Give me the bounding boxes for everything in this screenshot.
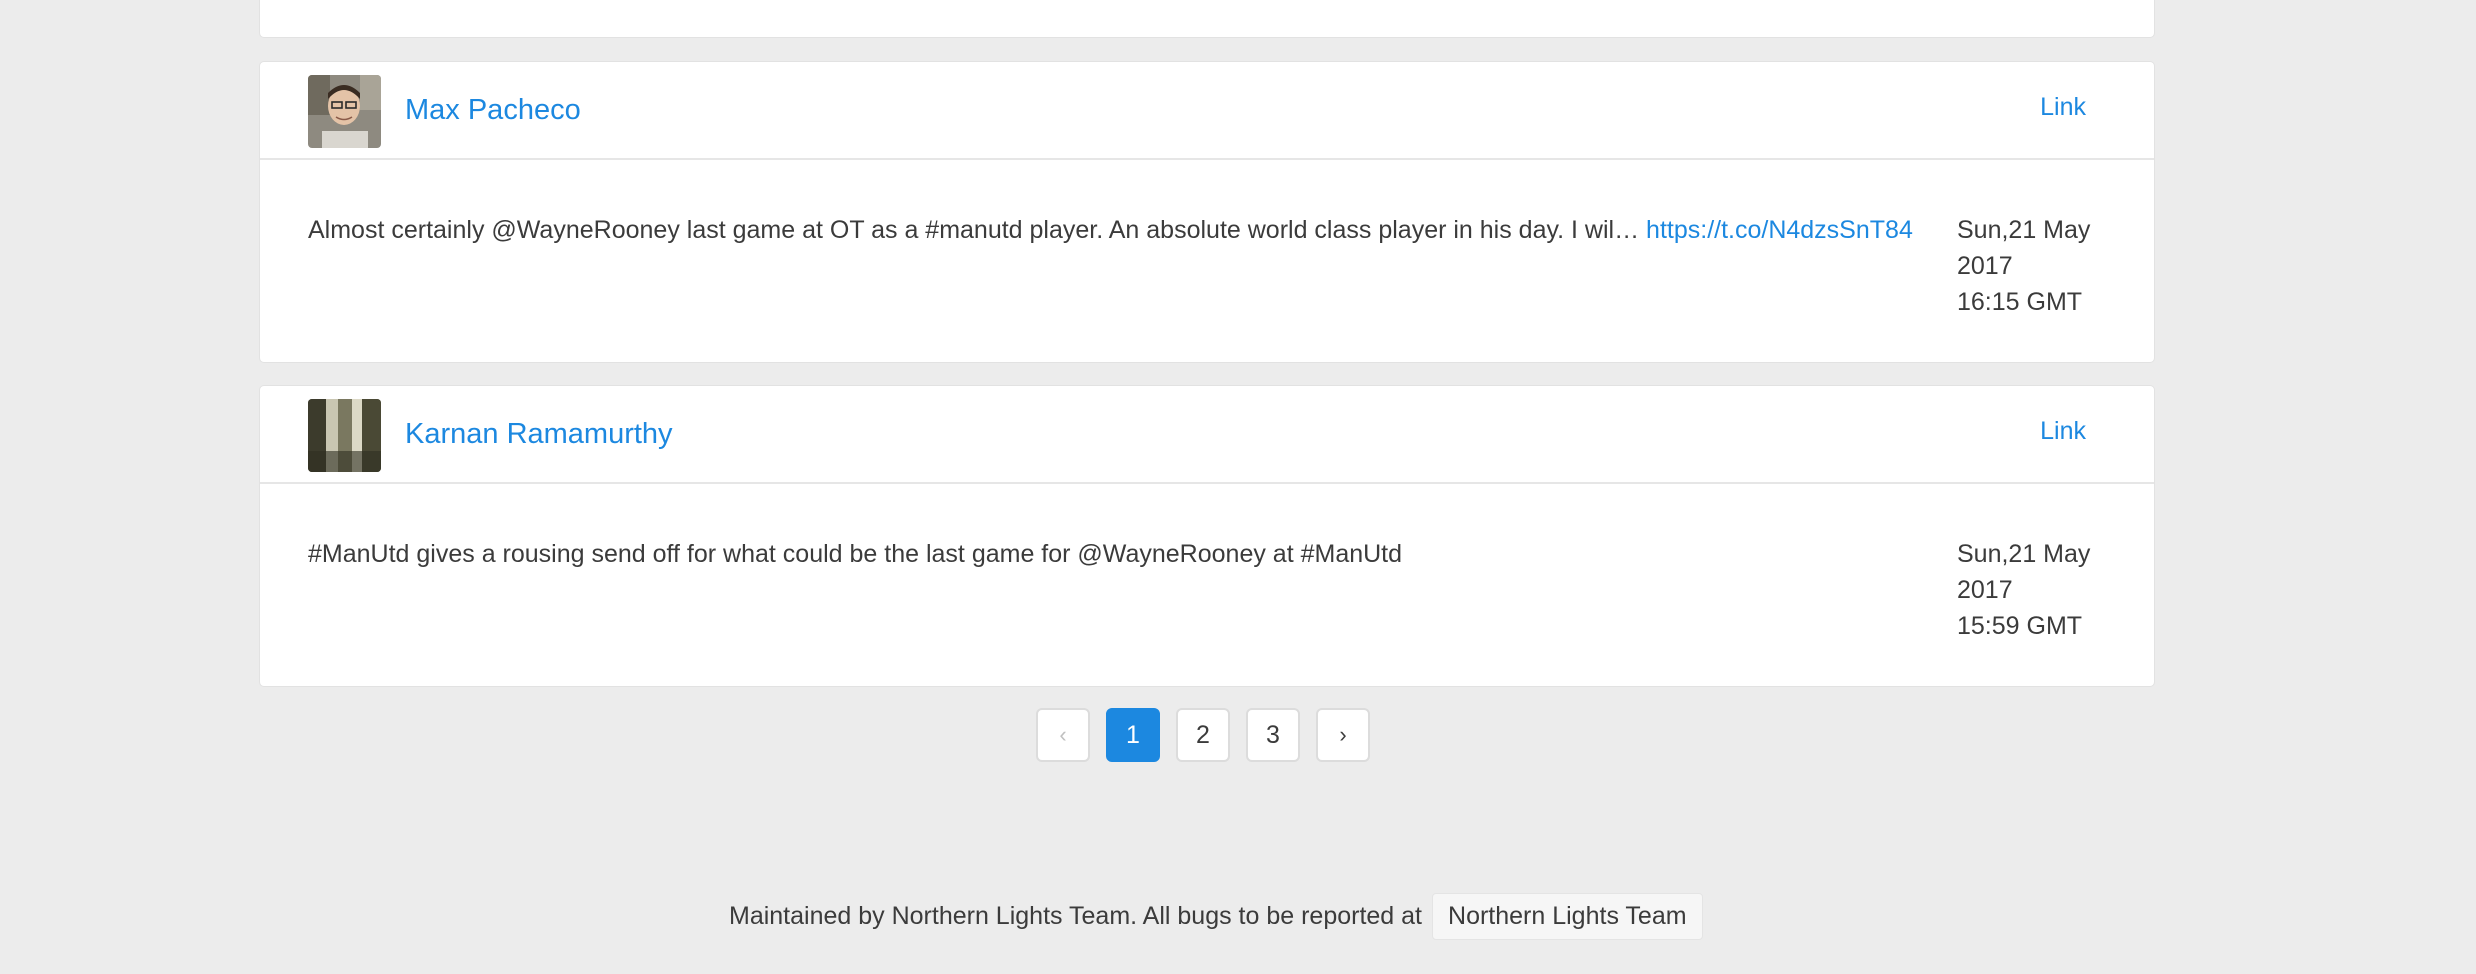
tweet-card-body: #ManUtd gives a rousing send off for wha… [260, 484, 2154, 688]
person-avatar-icon[interactable] [308, 75, 381, 148]
tweet-text-content: #ManUtd gives a rousing send off for wha… [308, 540, 1403, 568]
page-1-button[interactable]: 1 [1106, 708, 1160, 762]
footer: Maintained by Northern Lights Team. All … [729, 893, 1703, 940]
tweet-link[interactable]: Link [2040, 417, 2086, 446]
author-name[interactable]: Karnan Ramamurthy [405, 418, 673, 451]
tweet-link[interactable]: Link [2040, 93, 2086, 122]
tweet-date: Sun,21 May 2017 16:15 GMT [1957, 212, 2127, 320]
author-name[interactable]: Max Pacheco [405, 94, 581, 127]
tweet-date-time: 15:59 GMT [1957, 612, 2083, 640]
tweet-date-day: Sun,21 May [1957, 216, 2091, 244]
chevron-right-icon: › [1339, 722, 1347, 747]
tweet-card: Max Pacheco Link Almost certainly @Wayne… [259, 61, 2155, 363]
tweet-card-header: Karnan Ramamurthy Link [260, 386, 2154, 484]
previous-page-button[interactable]: ‹ [1036, 708, 1090, 762]
next-page-button[interactable]: › [1316, 708, 1370, 762]
tweet-date-time: 16:15 GMT [1957, 288, 2083, 316]
tweet-date-year: 2017 [1957, 576, 2013, 604]
tweet-card: Karnan Ramamurthy Link #ManUtd gives a r… [259, 385, 2155, 687]
page-2-button[interactable]: 2 [1176, 708, 1230, 762]
footer-text: Maintained by Northern Lights Team. All … [729, 902, 1423, 930]
chevron-left-icon: ‹ [1059, 722, 1067, 747]
tweet-card-body: Almost certainly @WayneRooney last game … [260, 160, 2154, 364]
tweet-text: #ManUtd gives a rousing send off for wha… [308, 536, 1968, 572]
pagination: ‹ 1 2 3 › [1036, 708, 1370, 762]
tweet-url[interactable]: https://t.co/N4dzsSnT84 [1646, 216, 1913, 244]
tweet-date-day: Sun,21 May [1957, 540, 2091, 568]
tweet-date: Sun,21 May 2017 15:59 GMT [1957, 536, 2127, 644]
page-3-button[interactable]: 3 [1246, 708, 1300, 762]
tweet-text: Almost certainly @WayneRooney last game … [308, 212, 1968, 248]
tweet-date-year: 2017 [1957, 252, 2013, 280]
tweet-text-content: Almost certainly @WayneRooney last game … [308, 216, 1640, 244]
footer-team-link[interactable]: Northern Lights Team [1432, 893, 1703, 940]
tweet-card-partial [259, 0, 2155, 38]
tweet-card-header: Max Pacheco Link [260, 62, 2154, 160]
photo-avatar-icon[interactable] [308, 399, 381, 472]
